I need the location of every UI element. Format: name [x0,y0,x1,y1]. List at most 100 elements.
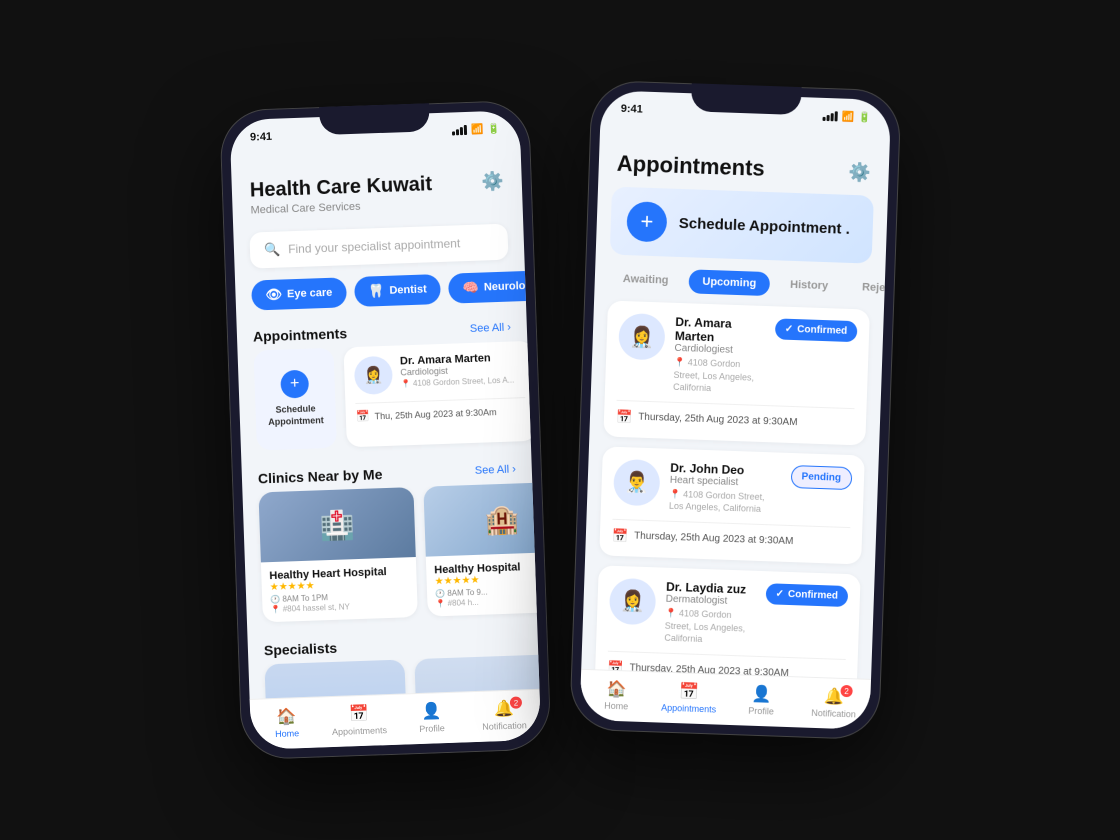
battery-icon: 🔋 [487,123,500,134]
appointment-list: 👩‍⚕️ Dr. Amara Marten Cardiologiest 📍 41… [581,300,884,679]
appt-list-item-3[interactable]: 👩‍⚕️ Dr. Laydia zuz Dermatologist 📍 4108… [595,565,861,679]
cat-dentist[interactable]: 🦷 Dentist [354,274,441,307]
clinic-img-2: 🏨 [423,483,537,557]
notification-badge-2: 2 [840,685,852,697]
tab-upcoming[interactable]: Upcoming [688,269,771,296]
notch-2 [691,83,802,115]
clinic-card-1[interactable]: 🏥 Healthy Heart Hospital ★★★★★ 🕐 8AM To … [258,487,417,622]
settings-icon-2[interactable]: ⚙️ [848,161,871,183]
app-scene: 9:41 📶 🔋 Health Care Kuwait Medical Care… [230,95,890,745]
schedule-banner-label: Schedule Appointment . [679,214,851,237]
nav-notification-2[interactable]: 🔔 2 Notification [797,685,871,720]
tab-history[interactable]: History [776,272,843,298]
p2-header: Appointments ⚙️ [598,118,890,196]
nav-home-2[interactable]: 🏠 Home [580,678,654,713]
nav-notif-label-2: Notification [811,708,856,720]
profile-icon: 👤 [421,701,442,722]
time-1: 9:41 [250,131,272,144]
cat-dentist-label: Dentist [389,283,427,296]
nav-home-1[interactable]: 🏠 Home [250,705,324,740]
nav-appointments-2[interactable]: 📅 Appointments [652,680,726,715]
notch-1 [319,103,430,135]
clinics-see-all[interactable]: See All › [475,463,516,476]
schedule-appt-label: ScheduleAppointment [268,403,324,428]
tooth-icon: 🦷 [368,283,385,300]
doc-avatar-list-3: 👩‍⚕️ [609,578,657,626]
bottom-nav-1: 🏠 Home 📅 Appointments 👤 Profile 🔔 2 Noti… [250,689,542,750]
status-badge-3: ✓ Confirmed [765,583,848,607]
nav-home-label: Home [275,728,299,739]
wifi-icon: 📶 [471,124,484,135]
appt-date-1: Thu, 25th Aug 2023 at 9:30Am [374,407,496,421]
search-bar[interactable]: 🔍 Find your specialist appointment [249,224,508,269]
appointments-see-all[interactable]: See All › [470,322,511,335]
battery-icon-2: 🔋 [858,112,871,123]
signal-icon [452,125,467,136]
tab-rejected[interactable]: Rejected [848,275,891,302]
tab-awaiting[interactable]: Awaiting [608,267,682,294]
nav-profile-1[interactable]: 👤 Profile [395,700,469,735]
checkmark-icon-1: ✓ [785,324,794,335]
cat-neurologist[interactable]: 🧠 Neurologi... [448,270,526,304]
add-appointment-icon: + [280,370,309,399]
nav-appt-label-2: Appointments [661,703,716,715]
p2-title: Appointments [616,151,765,182]
bottom-nav-2: 🏠 Home 📅 Appointments 👤 Profile 🔔 2 Noti… [579,669,871,730]
home-icon: 🏠 [276,706,297,727]
doc-avatar-list-1: 👩‍⚕️ [618,313,666,361]
doc-addr-1: 📍 4108 Gordon Street, Los A... [401,375,525,388]
clinics-row: 🏥 Healthy Heart Hospital ★★★★★ 🕐 8AM To … [242,483,537,633]
wifi-icon-2: 📶 [842,111,855,122]
cal-icon-list-1: 📅 [616,409,633,426]
appointment-card-1[interactable]: 👩‍⚕️ Dr. Amara Marten Cardiologist 📍 410… [343,341,531,447]
nav-appointments-1[interactable]: 📅 Appointments [322,703,396,738]
nav-profile-label: Profile [419,723,445,734]
appointments-row: + ScheduleAppointment 👩‍⚕️ Dr. Amara Mar… [238,341,532,461]
nav-notification-1[interactable]: 🔔 2 Notification [467,698,541,733]
calendar-icon-1: 📅 [356,410,370,423]
status-icons-2: 📶 🔋 [823,110,871,123]
clinics-section-title: Clinics Near by Me [258,466,383,486]
nav-profile-label-2: Profile [748,706,774,717]
phone2-content: Appointments ⚙️ + Schedule Appointment .… [581,118,890,679]
alc-addr-1: 📍 4108 Gordon Street, Los Angeles, Calif… [673,356,764,397]
cat-eye-care[interactable]: 👁 Eye care [251,277,347,310]
nav-appt-label: Appointments [332,725,387,737]
appointments-icon: 📅 [349,704,370,725]
alc-info-3: Dr. Laydia zuz Dermatologist 📍 4108 Gord… [664,580,756,648]
search-icon: 🔍 [264,242,281,259]
spec-img-female: 👩‍⚕️ [264,659,408,698]
clinic-img-1: 🏥 [258,487,415,562]
appointments-section-title: Appointments [253,325,348,344]
phone-1: 9:41 📶 🔋 Health Care Kuwait Medical Care… [219,100,551,760]
signal-icon-2 [823,111,838,122]
alc-addr-2: 📍 4108 Gordon Street, Los Angeles, Calif… [669,488,780,517]
schedule-banner[interactable]: + Schedule Appointment . [610,187,874,264]
nav-profile-2[interactable]: 👤 Profile [725,683,799,718]
nav-home-label-2: Home [604,701,628,712]
alc-date-2: Thursday, 25th Aug 2023 at 9:30AM [634,531,794,548]
cat-eye-label: Eye care [287,287,333,301]
profile-icon-2: 👤 [751,684,772,705]
time-2: 9:41 [621,103,643,116]
doc-info-1: Dr. Amara Marten Cardiologist 📍 4108 Gor… [400,351,525,388]
schedule-appt-card[interactable]: + ScheduleAppointment [253,348,336,451]
appt-list-item-2[interactable]: 👨‍⚕️ Dr. John Deo Heart specialist 📍 410… [599,446,865,564]
settings-icon[interactable]: ⚙️ [481,171,504,193]
phone-2: 9:41 📶 🔋 Appointments ⚙️ + [569,80,901,740]
status-icons-1: 📶 🔋 [452,123,500,136]
status-badge-1: ✓ Confirmed [774,318,857,342]
alc-info-2: Dr. John Deo Heart specialist 📍 4108 Gor… [669,461,781,517]
alc-spec-1: Cardiologiest [674,343,764,357]
doc-avatar-1: 👩‍⚕️ [354,356,393,395]
brain-icon: 🧠 [462,280,479,297]
appointments-icon-2: 📅 [679,681,700,702]
home-icon-2: 🏠 [606,679,627,700]
alc-info-1: Dr. Amara Marten Cardiologiest 📍 4108 Go… [673,315,765,397]
appt-list-item-1[interactable]: 👩‍⚕️ Dr. Amara Marten Cardiologiest 📍 41… [603,300,870,445]
clinic-card-2[interactable]: 🏨 Healthy Hospital ★★★★★ 🕐 8AM To 9... 📍… [423,483,537,617]
doc-avatar-list-2: 👨‍⚕️ [613,459,661,507]
checkmark-icon-3: ✓ [775,588,784,599]
specialist-card-1[interactable]: 👩‍⚕️ Dr. Lydia zuz Dermatologist [264,659,409,698]
schedule-plus-icon: + [626,201,667,242]
